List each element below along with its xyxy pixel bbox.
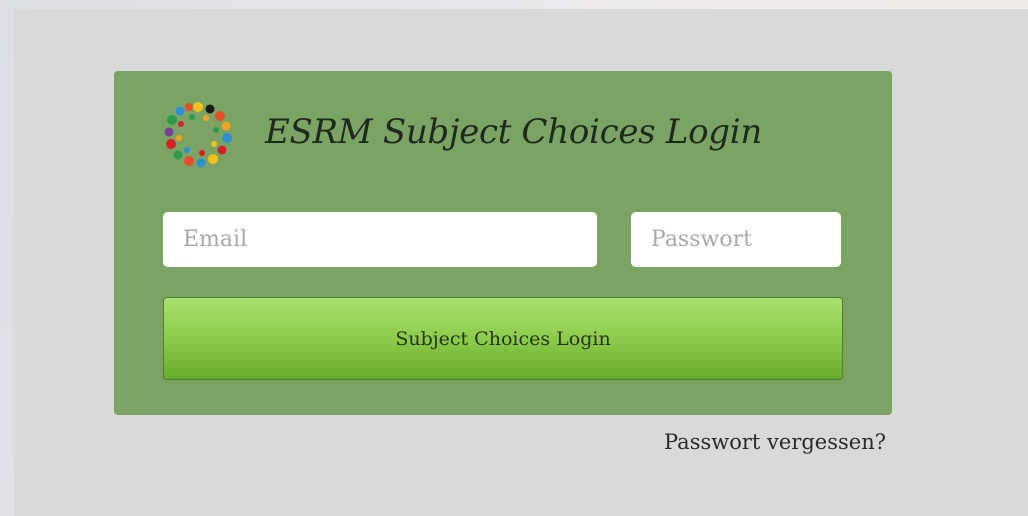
browser-top-edge [0,0,1028,9]
forgot-password-link[interactable]: Passwort vergessen? [664,430,886,454]
logo-icon [164,102,232,168]
login-button[interactable]: Subject Choices Login [163,297,843,380]
browser-left-edge [0,9,14,516]
page-title: ESRM Subject Choices Login [265,112,762,152]
email-field[interactable] [163,212,597,267]
password-field[interactable] [631,212,841,267]
